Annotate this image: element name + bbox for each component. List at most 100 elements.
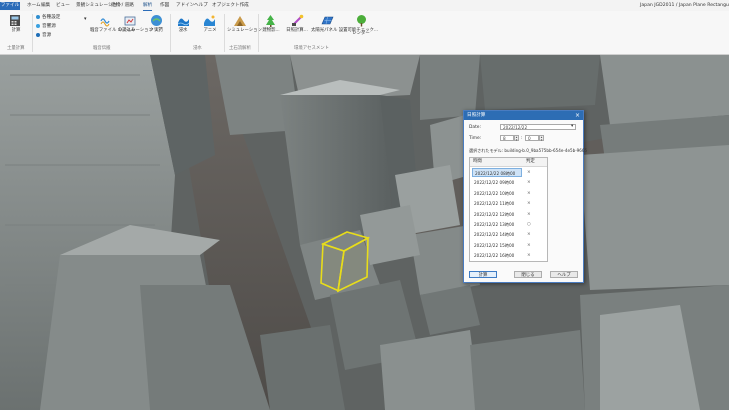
row-time: 2022/12/22 14時00 bbox=[474, 232, 515, 238]
calc-button[interactable]: 計算 bbox=[9, 28, 23, 33]
col-time-header: 時間 bbox=[473, 159, 482, 164]
render-button[interactable]: レンダー bbox=[351, 31, 371, 36]
group-label-environment: 環境アセスメント bbox=[294, 46, 330, 51]
table-row[interactable]: 2022/12/22 10時00 × bbox=[471, 189, 547, 199]
minute-spinner[interactable]: ▴ ▾ bbox=[539, 135, 544, 141]
flood-icon[interactable] bbox=[177, 14, 190, 29]
group-label-earthwork: 土量計算 bbox=[7, 46, 25, 51]
row-result: × bbox=[527, 170, 531, 175]
ribbon-separator bbox=[170, 14, 171, 52]
row-time: 2022/12/22 10時00 bbox=[474, 190, 515, 196]
date-field[interactable]: 2022/12/22 bbox=[500, 124, 576, 130]
row-result: × bbox=[527, 211, 531, 217]
menu-item[interactable]: ヘルプ bbox=[194, 2, 208, 10]
city-scene bbox=[0, 55, 729, 410]
render-tree-icon[interactable] bbox=[355, 14, 368, 29]
table-row[interactable]: 2022/12/22 13時00 ○ bbox=[471, 220, 547, 230]
row-result: ○ bbox=[527, 222, 531, 227]
row-time: 2022/12/22 12時00 bbox=[474, 211, 515, 217]
coordinate-system-info: Japan JGD2011 / Japan Plane Rectangular bbox=[640, 3, 729, 8]
group-label-noise: 騒音伝搬 bbox=[93, 46, 111, 51]
sediment-simulation-button[interactable]: シミュレーション bbox=[227, 28, 262, 33]
table-row[interactable]: 2022/12/22 08時00 × bbox=[471, 168, 547, 178]
sound-source-label: 音響源 bbox=[42, 24, 56, 29]
menu-item[interactable]: アドイン bbox=[176, 2, 194, 10]
sunlight-result-table: 時間 判定 2022/12/22 08時00 × 2022/12/22 09時00 ×… bbox=[469, 157, 548, 262]
row-time: 2022/12/22 08時00 bbox=[472, 168, 522, 177]
ribbon-separator bbox=[258, 14, 259, 52]
flood-animation-button[interactable]: アニメ bbox=[199, 28, 221, 33]
calc-run-button[interactable]: 計算 bbox=[469, 271, 497, 278]
row-result: × bbox=[527, 201, 531, 207]
help-button[interactable]: ヘルプ bbox=[550, 271, 578, 278]
noise-file-load-button[interactable]: 騒音ファイル の読込み bbox=[90, 28, 135, 33]
dialog-close-button[interactable]: 閉じる bbox=[514, 271, 542, 278]
ribbon-separator bbox=[224, 14, 225, 52]
time-hour-field[interactable]: 8 bbox=[500, 135, 514, 141]
menu-item[interactable]: ビュー bbox=[56, 2, 70, 10]
row-result: × bbox=[527, 180, 531, 186]
row-result: × bbox=[527, 190, 531, 196]
flood-animation-icon[interactable] bbox=[203, 14, 216, 29]
menu-file[interactable]: ファイル bbox=[0, 2, 20, 10]
clear-button[interactable]: クリア bbox=[146, 28, 166, 33]
dropdown-chevron-icon[interactable]: ▾ bbox=[84, 16, 87, 23]
noise-file-icon[interactable] bbox=[99, 15, 111, 29]
date-label: Date: bbox=[469, 125, 481, 130]
clear-icon[interactable] bbox=[150, 14, 163, 29]
dialog-title: 日照計算 bbox=[467, 113, 486, 118]
simulation-run-icon[interactable] bbox=[124, 15, 136, 29]
calculator-icon[interactable] bbox=[9, 14, 21, 29]
group-label-sediment: 土石流解析 bbox=[229, 46, 251, 51]
dialog-titlebar[interactable]: 日照計算 × bbox=[464, 111, 583, 120]
row-result: × bbox=[527, 232, 531, 238]
row-result: × bbox=[527, 253, 531, 259]
source-button[interactable]: 音源 bbox=[36, 32, 51, 39]
time-separator: : bbox=[521, 136, 523, 141]
3d-city-viewport[interactable] bbox=[0, 55, 729, 410]
settings-button[interactable]: 各種設定 bbox=[36, 14, 60, 21]
time-label: Time: bbox=[469, 136, 482, 141]
menu-item[interactable]: 建物 / 道路 bbox=[111, 2, 134, 10]
simulation-run-button[interactable]: シミュレーション 実行 bbox=[118, 28, 163, 33]
table-row[interactable]: 2022/12/22 14時00 × bbox=[471, 230, 547, 240]
building-shadow-icon[interactable] bbox=[264, 14, 277, 29]
building-shadow-button[interactable]: 建物影... bbox=[259, 28, 283, 33]
table-row[interactable]: 2022/12/22 12時00 × bbox=[471, 210, 547, 220]
selected-model-info: 選択されたモデル: building-b.0_9ba575bb-654e-4e5… bbox=[469, 148, 588, 153]
calendar-dropdown-icon[interactable]: ▾ bbox=[571, 124, 573, 129]
col-result-header: 判定 bbox=[526, 159, 535, 164]
settings-icon bbox=[36, 14, 40, 19]
menu-item[interactable]: 解析 bbox=[143, 2, 153, 11]
table-row[interactable]: 2022/12/22 09時00 × bbox=[471, 178, 547, 188]
close-icon[interactable]: × bbox=[575, 111, 580, 120]
hour-spinner[interactable]: ▴ ▾ bbox=[514, 135, 519, 141]
row-time: 2022/12/22 13時00 bbox=[474, 222, 515, 227]
sediment-simulation-icon[interactable] bbox=[233, 14, 247, 29]
row-time: 2022/12/22 09時00 bbox=[474, 180, 515, 186]
source-icon bbox=[36, 32, 40, 37]
sound-source-icon bbox=[36, 23, 40, 28]
table-row[interactable]: 2022/12/22 11時00 × bbox=[471, 199, 547, 209]
time-minute-field[interactable]: 0 bbox=[525, 135, 539, 141]
sound-source-button[interactable]: 音響源 bbox=[36, 23, 56, 30]
menu-item[interactable]: 作図 bbox=[160, 2, 169, 10]
table-row[interactable]: 2022/12/22 16時00 × bbox=[471, 251, 547, 261]
source-label: 音源 bbox=[42, 33, 52, 38]
solar-panel-icon[interactable] bbox=[321, 14, 334, 29]
sunlight-calc-icon[interactable] bbox=[291, 14, 304, 29]
sunlight-calc-dialog: 日照計算 × Date: 2022/12/22 ▾ Time: 8 ▴ ▾ : 0… bbox=[463, 110, 588, 283]
flood-button[interactable]: 浸水 bbox=[174, 28, 192, 33]
settings-label: 各種設定 bbox=[42, 15, 61, 20]
solar-panel-check-button[interactable]: 太陽光パネル 設置可能チェック... bbox=[311, 28, 378, 33]
row-time: 2022/12/22 11時00 bbox=[474, 201, 515, 207]
sunlight-calc-button[interactable]: 日照計算... bbox=[286, 28, 308, 33]
row-time: 2022/12/22 16時00 bbox=[474, 253, 515, 259]
menu-item[interactable]: ホーム bbox=[27, 2, 41, 10]
table-row[interactable]: 2022/12/22 15時00 × bbox=[471, 241, 547, 251]
menu-item[interactable]: オブジェクト作成 bbox=[212, 2, 249, 10]
row-time: 2022/12/22 15時00 bbox=[474, 242, 515, 248]
group-label-flood: 浸水 bbox=[193, 46, 202, 51]
table-header: 時間 判定 bbox=[470, 158, 547, 167]
menu-item[interactable]: 編集 bbox=[41, 2, 50, 10]
